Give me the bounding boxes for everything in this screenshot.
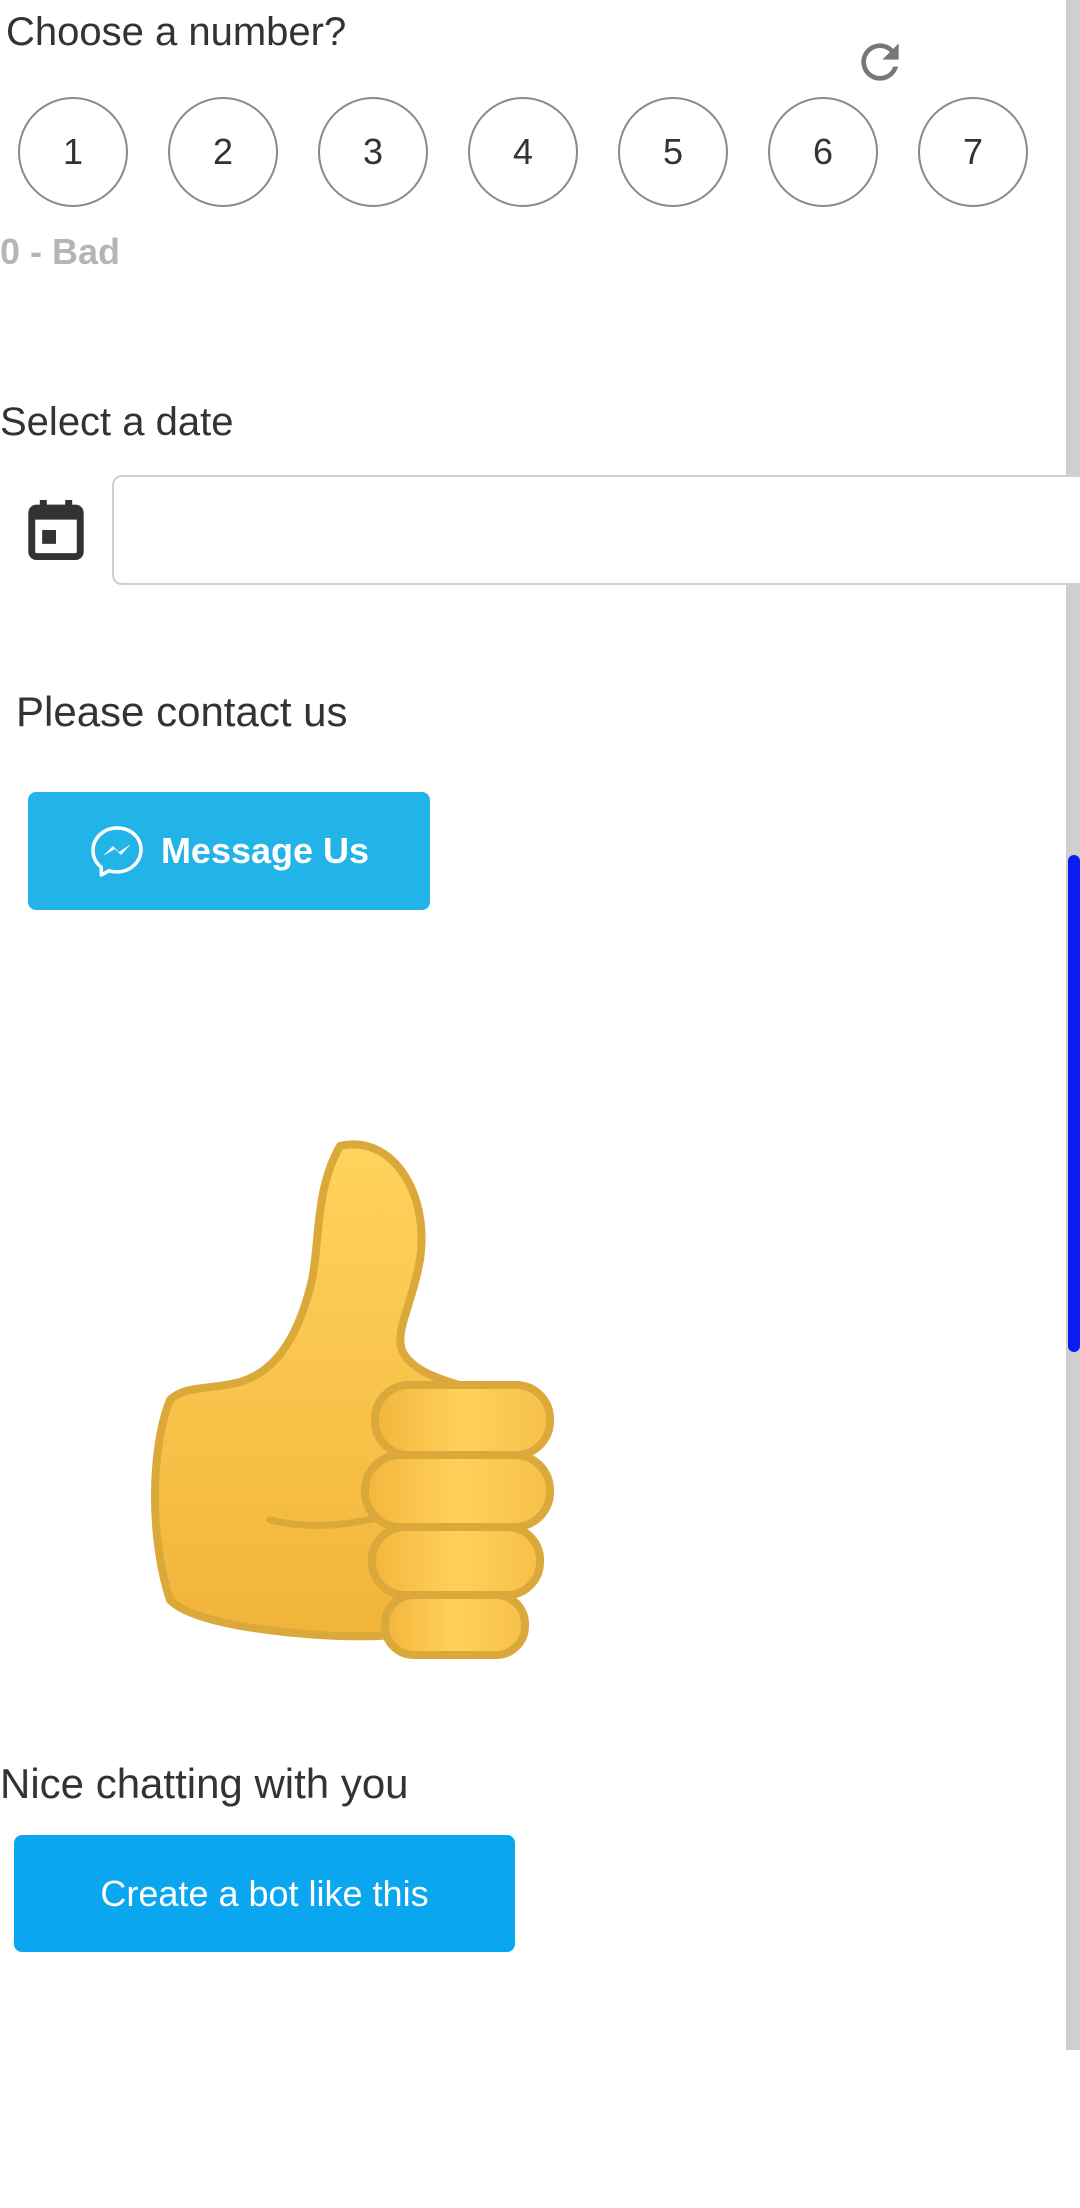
message-us-button[interactable]: Message Us [28,792,430,910]
number-options: 1 2 3 4 5 6 7 [18,97,1028,207]
calendar-icon[interactable] [28,500,84,560]
number-option-2[interactable]: 2 [168,97,278,207]
create-bot-button[interactable]: Create a bot like this [14,1835,515,1952]
number-option-5[interactable]: 5 [618,97,728,207]
date-label: Select a date [0,400,234,444]
scrollbar-thumb[interactable] [1068,855,1080,1352]
date-input[interactable] [112,475,1080,585]
message-us-label: Message Us [160,830,370,871]
contact-label: Please contact us [16,688,348,735]
number-option-6[interactable]: 6 [768,97,878,207]
number-option-4[interactable]: 4 [468,97,578,207]
messenger-icon [91,826,143,877]
thumbs-up-icon [151,1140,554,1659]
closing-message: Nice chatting with you [0,1760,409,1807]
rating-question: Choose a number? [6,10,347,54]
number-option-3[interactable]: 3 [318,97,428,207]
chat-page: Choose a number? 1 2 3 4 5 6 7 0 - Bad S… [0,0,1080,2208]
number-option-7[interactable]: 7 [918,97,1028,207]
number-option-1[interactable]: 1 [18,97,128,207]
scale-low-label: 0 - Bad [0,231,121,272]
refresh-icon[interactable] [852,34,908,90]
